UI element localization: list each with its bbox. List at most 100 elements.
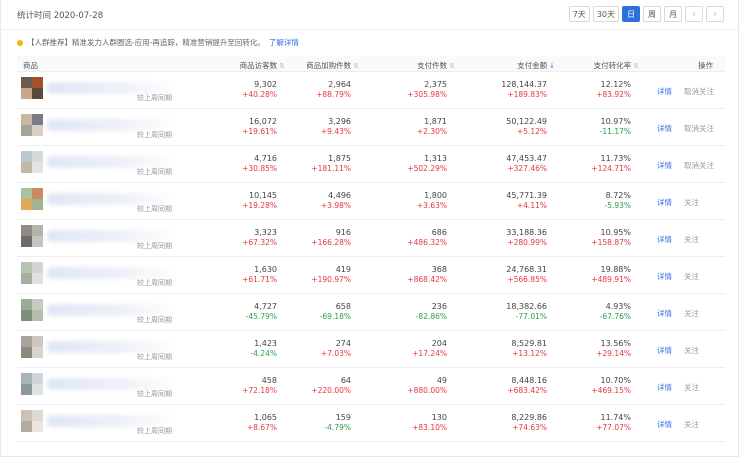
product-thumbnail[interactable] xyxy=(21,225,43,247)
cell-amount: 33,188.36 +280.99% xyxy=(506,228,547,248)
follow-toggle[interactable]: 关注 xyxy=(684,419,699,430)
cell-conv: 8.72% -5.93% xyxy=(604,191,631,211)
amount-value: 8,448.16 xyxy=(511,376,547,385)
cell-conv: 4.93% -67.76% xyxy=(600,302,631,322)
product-thumbnail[interactable] xyxy=(21,410,43,432)
cell-cart: 274 +7.03% xyxy=(321,339,351,359)
col-paid-amount[interactable]: 支付金额 ↓ xyxy=(517,60,555,71)
period-week-button[interactable]: 周 xyxy=(643,6,661,22)
follow-toggle[interactable]: 取消关注 xyxy=(684,123,714,134)
product-thumbnail[interactable] xyxy=(21,77,43,99)
col-paid-items[interactable]: 支付件数 ⇅ xyxy=(417,60,455,71)
table-row: 较上周同期 4,716 +30.85% 1,875 +181.11% 1,313 +502.… xyxy=(17,146,725,183)
follow-toggle[interactable]: 取消关注 xyxy=(684,160,714,171)
visitors-value: 1,630 xyxy=(254,265,277,274)
period-day-button[interactable]: 日 xyxy=(622,6,640,22)
cell-paid: 204 +17.24% xyxy=(412,339,447,359)
col-cart-label: 商品加购件数 xyxy=(306,61,352,70)
detail-link[interactable]: 详情 xyxy=(657,160,672,171)
table-row: 较上周同期 9,302 +40.28% 2,964 +88.79% 2,375 +305.9… xyxy=(17,72,725,109)
paid-change: +2.30% xyxy=(416,127,447,136)
cell-amount: 128,144.37 +189.83% xyxy=(501,80,547,100)
follow-toggle[interactable]: 关注 xyxy=(684,382,699,393)
product-thumbnail[interactable] xyxy=(21,188,43,210)
chevron-left-icon[interactable]: ‹ xyxy=(685,6,703,22)
col-visitors[interactable]: 商品访客数 ⇅ xyxy=(240,60,285,71)
detail-link[interactable]: 详情 xyxy=(657,308,672,319)
amount-change: +13.12% xyxy=(512,349,547,358)
detail-link[interactable]: 详情 xyxy=(657,197,672,208)
amount-change: +4.11% xyxy=(516,201,547,210)
detail-link[interactable]: 详情 xyxy=(657,123,672,134)
visitors-change: +61.71% xyxy=(242,275,277,284)
cart-change: +220.00% xyxy=(311,386,351,395)
period-30d-button[interactable]: 30天 xyxy=(592,6,619,22)
compare-label: 较上周同期 xyxy=(137,94,172,102)
period-month-button[interactable]: 月 xyxy=(664,6,682,22)
cell-amount: 47,453.47 +327.46% xyxy=(506,154,547,174)
chevron-right-icon[interactable]: › xyxy=(706,6,724,22)
cart-value: 3,296 xyxy=(328,117,351,126)
cell-conv: 12.12% +83.92% xyxy=(596,80,631,100)
amount-change: +5.12% xyxy=(516,127,547,136)
follow-toggle[interactable]: 关注 xyxy=(684,234,699,245)
conv-change: +124.71% xyxy=(591,164,631,173)
visitors-change: -45.79% xyxy=(245,312,277,321)
follow-toggle[interactable]: 取消关注 xyxy=(684,86,714,97)
period-7d-button[interactable]: 7天 xyxy=(568,6,590,22)
table-body: 较上周同期 9,302 +40.28% 2,964 +88.79% 2,375 +305.9… xyxy=(17,72,725,442)
detail-link[interactable]: 详情 xyxy=(657,419,672,430)
cell-amount: 8,448.16 +683.42% xyxy=(507,376,547,396)
col-actions: 操作 xyxy=(698,61,713,70)
follow-toggle[interactable]: 关注 xyxy=(684,308,699,319)
cell-paid: 686 +486.32% xyxy=(407,228,447,248)
follow-toggle[interactable]: 关注 xyxy=(684,197,699,208)
detail-link[interactable]: 详情 xyxy=(657,86,672,97)
col-paid-items-label: 支付件数 xyxy=(417,61,448,70)
detail-link[interactable]: 详情 xyxy=(657,345,672,356)
learn-more-link[interactable]: 了解详情 xyxy=(269,37,299,48)
cell-visitors: 3,323 +67.32% xyxy=(242,228,277,248)
product-thumbnail[interactable] xyxy=(21,262,43,284)
paid-value: 1,313 xyxy=(424,154,447,163)
cart-value: 916 xyxy=(335,228,351,237)
cell-amount: 45,771.39 +4.11% xyxy=(506,191,547,211)
col-visitors-label: 商品访客数 xyxy=(239,61,278,70)
col-conversion[interactable]: 支付转化率 ⇅ xyxy=(594,60,639,71)
product-thumbnail[interactable] xyxy=(21,114,43,136)
cell-conv: 19.88% +489.91% xyxy=(591,265,631,285)
conv-change: +469.15% xyxy=(591,386,631,395)
follow-toggle[interactable]: 关注 xyxy=(684,345,699,356)
visitors-change: +19.61% xyxy=(242,127,277,136)
detail-link[interactable]: 详情 xyxy=(657,234,672,245)
detail-link[interactable]: 详情 xyxy=(657,382,672,393)
product-thumbnail[interactable] xyxy=(21,373,43,395)
cart-change: +166.28% xyxy=(311,238,351,247)
visitors-value: 458 xyxy=(261,376,277,385)
compare-label: 较上周同期 xyxy=(137,353,172,361)
paid-change: +880.00% xyxy=(407,386,447,395)
cell-paid: 1,313 +502.29% xyxy=(407,154,447,174)
compare-label: 较上周同期 xyxy=(137,279,172,287)
conv-value: 13.56% xyxy=(600,339,631,348)
col-product: 商品 xyxy=(23,61,38,70)
conv-value: 12.12% xyxy=(600,80,631,89)
product-thumbnail[interactable] xyxy=(21,299,43,321)
paid-change: +502.29% xyxy=(407,164,447,173)
amount-change: +683.42% xyxy=(507,386,547,395)
amount-value: 8,229.86 xyxy=(511,413,547,422)
product-thumbnail[interactable] xyxy=(21,336,43,358)
cart-value: 419 xyxy=(335,265,351,274)
follow-toggle[interactable]: 关注 xyxy=(684,271,699,282)
amount-value: 18,382.66 xyxy=(506,302,547,311)
paid-value: 49 xyxy=(436,376,447,385)
product-thumbnail[interactable] xyxy=(21,151,43,173)
detail-link[interactable]: 详情 xyxy=(657,271,672,282)
cell-cart: 916 +166.28% xyxy=(311,228,351,248)
cell-paid: 1,871 +2.30% xyxy=(417,117,447,137)
col-cart[interactable]: 商品加购件数 ⇅ xyxy=(306,60,359,71)
cell-conv: 10.70% +469.15% xyxy=(591,376,631,396)
table-row: 较上周同期 10,145 +19.28% 4,496 +3.98% 1,800 +3.63%… xyxy=(17,183,725,220)
cart-value: 1,875 xyxy=(328,154,351,163)
period-selector: 7天 30天 日 周 月 ‹ › xyxy=(568,6,724,22)
